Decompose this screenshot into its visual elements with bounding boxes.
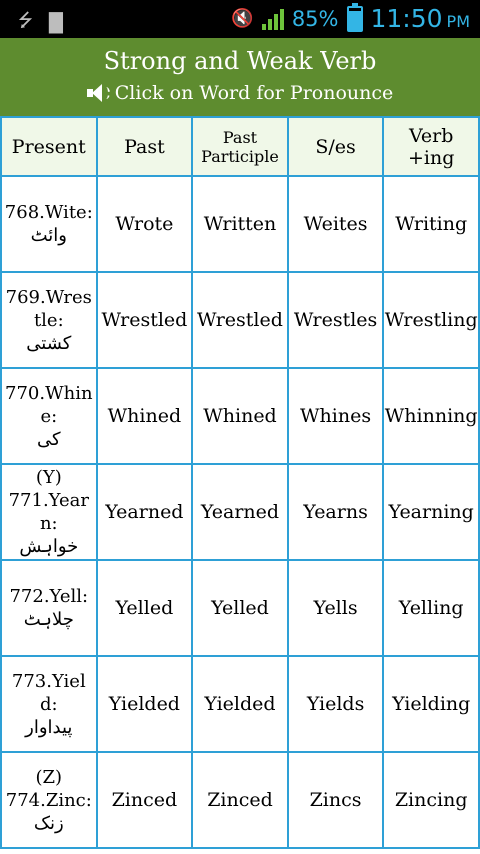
col-ses: S/es — [286, 116, 385, 177]
ing-cell[interactable]: Writing — [382, 175, 480, 273]
past-cell[interactable]: Yelled — [95, 559, 194, 657]
subtitle: Click on Word for Pronounce — [114, 82, 394, 104]
speaker-icon — [86, 82, 110, 104]
ing-cell[interactable]: Whinning — [382, 367, 480, 465]
table-row: 773.Yield: پیداوار Yielded Yielded Yields… — [0, 655, 480, 753]
present-word: 769.Wrestle: — [5, 286, 92, 331]
present-word: 773.Yield: — [11, 670, 86, 715]
present-word: 774.Zinc: — [5, 789, 92, 811]
urdu-meaning: وائٹ — [30, 225, 67, 246]
table-row: 772.Yell: چلاہٹ Yelled Yelled Yells Yelli… — [0, 559, 480, 657]
participle-cell[interactable]: Yelled — [191, 559, 289, 657]
table-row: 770.Whine: کی Whined Whined Whines Whinni… — [0, 367, 480, 465]
present-cell[interactable]: 769.Wrestle: کشتی — [0, 271, 98, 369]
past-cell[interactable]: Yielded — [95, 655, 194, 753]
ses-cell[interactable]: Yells — [286, 559, 385, 657]
table-row: 768.Wite: وائٹ Wrote Written Weites Writi… — [0, 175, 480, 273]
participle-cell[interactable]: Wrestled — [191, 271, 289, 369]
mute-icon: 🔇 — [231, 8, 254, 29]
android-icon: █ — [49, 12, 63, 34]
past-cell[interactable]: Wrote — [95, 175, 194, 273]
usb-icon: ⭍ — [18, 10, 33, 31]
ses-cell[interactable]: Zincs — [286, 751, 385, 849]
clock-ampm: PM — [446, 12, 470, 31]
ing-cell[interactable]: Yearning — [382, 463, 480, 561]
ing-cell[interactable]: Yielding — [382, 655, 480, 753]
urdu-meaning: کی — [37, 428, 61, 450]
ses-cell[interactable]: Yearns — [286, 463, 385, 561]
present-cell[interactable]: 772.Yell: چلاہٹ — [0, 559, 98, 657]
battery-icon — [346, 2, 363, 32]
participle-cell[interactable]: Whined — [191, 367, 289, 465]
signal-icon — [261, 8, 284, 30]
ing-cell[interactable]: Yelling — [382, 559, 480, 657]
battery-percent: 85% — [291, 6, 339, 31]
app-header: Strong and Weak Verb Click on Word for P… — [0, 38, 480, 116]
past-cell[interactable]: Wrestled — [95, 271, 194, 369]
clock-time: 11:50 — [370, 4, 443, 33]
present-cell[interactable]: 768.Wite: وائٹ — [0, 175, 98, 273]
urdu-meaning: زنک — [33, 812, 64, 834]
table-row: (Y) 771.Yearn: خواہش Yearned Yearned Yearn… — [0, 463, 480, 561]
verb-table: Present Past Past Participle S/es Verb +… — [0, 116, 480, 849]
col-past-participle: Past Participle — [191, 116, 289, 177]
present-cell[interactable]: 773.Yield: پیداوار — [0, 655, 98, 753]
letter-group: (Y) — [35, 467, 62, 488]
present-word: 770.Whine: — [5, 382, 93, 427]
status-bar: ⭍ █ 🔇 85% 11:50 PM — [0, 0, 480, 38]
past-cell[interactable]: Yearned — [95, 463, 194, 561]
ses-cell[interactable]: Wrestles — [286, 271, 385, 369]
present-word: 771.Yearn: — [8, 490, 89, 534]
present-word: 768.Wite: — [4, 202, 93, 223]
col-verb-ing: Verb +ing — [382, 116, 480, 177]
past-cell[interactable]: Whined — [95, 367, 194, 465]
participle-cell[interactable]: Yearned — [191, 463, 289, 561]
urdu-meaning: کشتی — [26, 332, 72, 354]
table-header-row: Present Past Past Participle S/es Verb +… — [0, 116, 480, 177]
letter-group: (Z) — [35, 766, 63, 788]
participle-cell[interactable]: Yielded — [191, 655, 289, 753]
urdu-meaning: خواہش — [19, 536, 79, 557]
urdu-meaning: چلاہٹ — [23, 609, 74, 630]
table-row: 769.Wrestle: کشتی Wrestled Wrestled Wrest… — [0, 271, 480, 369]
present-cell[interactable]: 770.Whine: کی — [0, 367, 98, 465]
participle-cell[interactable]: Written — [191, 175, 289, 273]
ses-cell[interactable]: Weites — [286, 175, 385, 273]
page-title: Strong and Weak Verb — [103, 47, 377, 75]
participle-cell[interactable]: Zinced — [191, 751, 289, 849]
urdu-meaning: پیداوار — [25, 716, 73, 738]
ses-cell[interactable]: Whines — [286, 367, 385, 465]
present-cell[interactable]: (Z) 774.Zinc: زنک — [0, 751, 98, 849]
present-cell[interactable]: (Y) 771.Yearn: خواہش — [0, 463, 98, 561]
ing-cell[interactable]: Wrestling — [382, 271, 480, 369]
table-row: (Z) 774.Zinc: زنک Zinced Zinced Zincs Zinc… — [0, 751, 480, 849]
ses-cell[interactable]: Yields — [286, 655, 385, 753]
col-present: Present — [0, 116, 98, 177]
col-past: Past — [95, 116, 194, 177]
past-cell[interactable]: Zinced — [95, 751, 194, 849]
ing-cell[interactable]: Zincing — [382, 751, 480, 849]
pronounce-hint: Click on Word for Pronounce — [0, 80, 480, 106]
present-word: 772.Yell: — [9, 586, 89, 607]
